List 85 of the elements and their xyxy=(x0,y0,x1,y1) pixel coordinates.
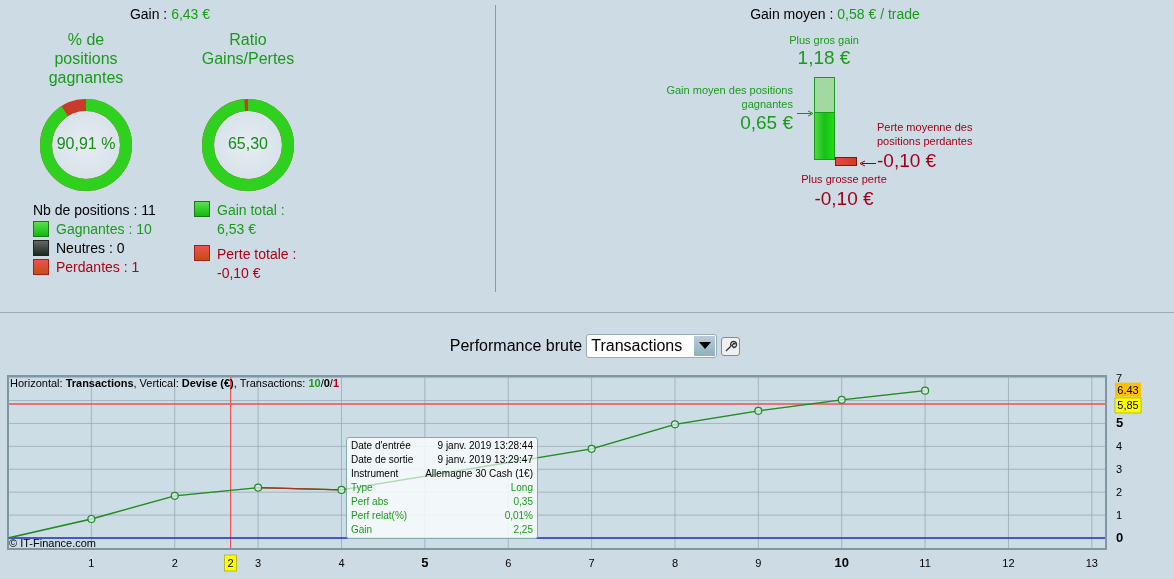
tooltip-value: 9 janv. 2019 13:28:44 xyxy=(437,439,533,453)
chart-title: Performance brute xyxy=(449,337,583,355)
data-point xyxy=(170,491,179,500)
tooltip-label: Date d'entrée xyxy=(351,439,411,453)
caret-icon xyxy=(698,342,711,350)
tooltip-value: 0,35 xyxy=(513,495,533,509)
tooltip-value: Long xyxy=(510,481,533,495)
average-win-value: 0,65 € xyxy=(739,112,793,134)
loss-bar xyxy=(835,157,857,166)
best-gain-value: 1,18 € xyxy=(796,47,852,69)
x-tick-label: 4 xyxy=(338,557,345,569)
y-tick-label: 2 xyxy=(1116,486,1123,499)
arrow-icon xyxy=(859,160,876,167)
legend-label: Gain total : xyxy=(217,201,285,220)
donut-value: 90,91 % xyxy=(55,135,117,153)
tooltip-label: Gain xyxy=(351,523,373,537)
x-tick-label: 12 xyxy=(1002,557,1015,569)
y-tick-label: 1 xyxy=(1116,509,1123,522)
x-tick-label: 10 xyxy=(834,555,849,570)
y-tick-label: 3 xyxy=(1116,463,1123,476)
best-gain-label: Plus gros gain xyxy=(788,33,860,47)
x-tick-label: 1 xyxy=(88,557,95,569)
legend-swatch xyxy=(33,258,49,275)
donut-value: 65,30 xyxy=(226,135,269,153)
y-tick-label: 4 xyxy=(1116,440,1123,453)
donut-title: % de positions gagnantes xyxy=(47,30,125,88)
data-point xyxy=(921,386,930,395)
average-win-label: Gain moyen des positions gagnantes xyxy=(665,83,793,111)
tooltip-value: Allemagne 30 Cash (1€) xyxy=(425,467,533,481)
worst-loss-value: -0,10 € xyxy=(813,188,875,210)
x-tick-label: 9 xyxy=(755,557,762,569)
mode-dropdown[interactable]: Transactions xyxy=(586,334,718,358)
tooltip-label: Instrument xyxy=(351,467,399,481)
bar-segment xyxy=(814,112,835,160)
data-point xyxy=(87,514,96,524)
tooltip-value: 9 janv. 2019 13:29:47 xyxy=(437,453,533,467)
average-loss-label: Perte moyenne des positions perdantes xyxy=(877,120,974,148)
x-tick-label: 2 xyxy=(171,557,178,569)
legend-swatch xyxy=(33,220,49,237)
legend-swatch xyxy=(194,201,210,217)
tooltip-value: 2,25 xyxy=(513,523,533,537)
tooltip-value: 0,01% xyxy=(504,509,533,523)
data-point xyxy=(587,444,596,453)
y-tick-label: 5 xyxy=(1116,415,1124,431)
x-tick-label: 6 xyxy=(505,557,512,569)
x-tick-label: 8 xyxy=(671,557,679,569)
legend-label: Gagnantes : 10 xyxy=(56,220,152,237)
tooltip-label: Perf abs xyxy=(351,495,389,509)
x-tick-label: 13 xyxy=(1085,557,1098,569)
settings-button[interactable] xyxy=(721,336,741,356)
gain-title: Gain : 6,43 € xyxy=(129,6,211,24)
data-point xyxy=(670,420,680,429)
x-tick-label: 11 xyxy=(919,557,931,569)
data-point xyxy=(754,406,763,415)
tooltip-label: Type xyxy=(351,481,373,495)
cursor-marker: 2 xyxy=(224,554,237,572)
legend-swatch xyxy=(33,239,49,256)
copyright-text: © IT-Finance.com xyxy=(9,537,96,549)
data-point xyxy=(254,483,263,492)
tooltip-label: Date de sortie xyxy=(351,453,414,467)
worst-loss-label: Plus grosse perte xyxy=(800,172,888,186)
tooltip-label: Perf relat(%) xyxy=(351,509,408,523)
legend-swatch xyxy=(194,245,210,261)
data-point xyxy=(337,485,346,494)
legend-value: 6,53 € xyxy=(217,220,257,239)
x-tick-label: 3 xyxy=(255,557,262,569)
legend-value: -0,10 € xyxy=(217,264,262,283)
legend-label: Perdantes : 1 xyxy=(56,258,140,275)
reference-value-marker: 5,85 xyxy=(1114,397,1142,414)
x-tick-label: 7 xyxy=(588,557,595,569)
y-tick-label: 7 xyxy=(1116,371,1123,384)
average-gain-title: Gain moyen : 0,58 € / trade xyxy=(750,6,920,24)
y-tick-label: 0 xyxy=(1116,530,1124,545)
dropdown-button[interactable] xyxy=(694,336,716,356)
last-value-marker: 6.43 xyxy=(1115,382,1141,397)
bar-segment xyxy=(814,77,835,113)
average-loss-value: -0,10 € xyxy=(877,150,937,172)
positions-count: Nb de positions : 11 xyxy=(33,201,156,218)
arrow-icon xyxy=(797,110,814,117)
wrench-icon xyxy=(723,339,738,353)
data-point xyxy=(837,395,846,404)
donut-title: Ratio Gains/Pertes xyxy=(200,30,296,69)
legend-label: Perte totale : xyxy=(217,245,297,264)
legend-label: Neutres : 0 xyxy=(56,239,125,256)
x-tick-label: 5 xyxy=(421,555,429,570)
